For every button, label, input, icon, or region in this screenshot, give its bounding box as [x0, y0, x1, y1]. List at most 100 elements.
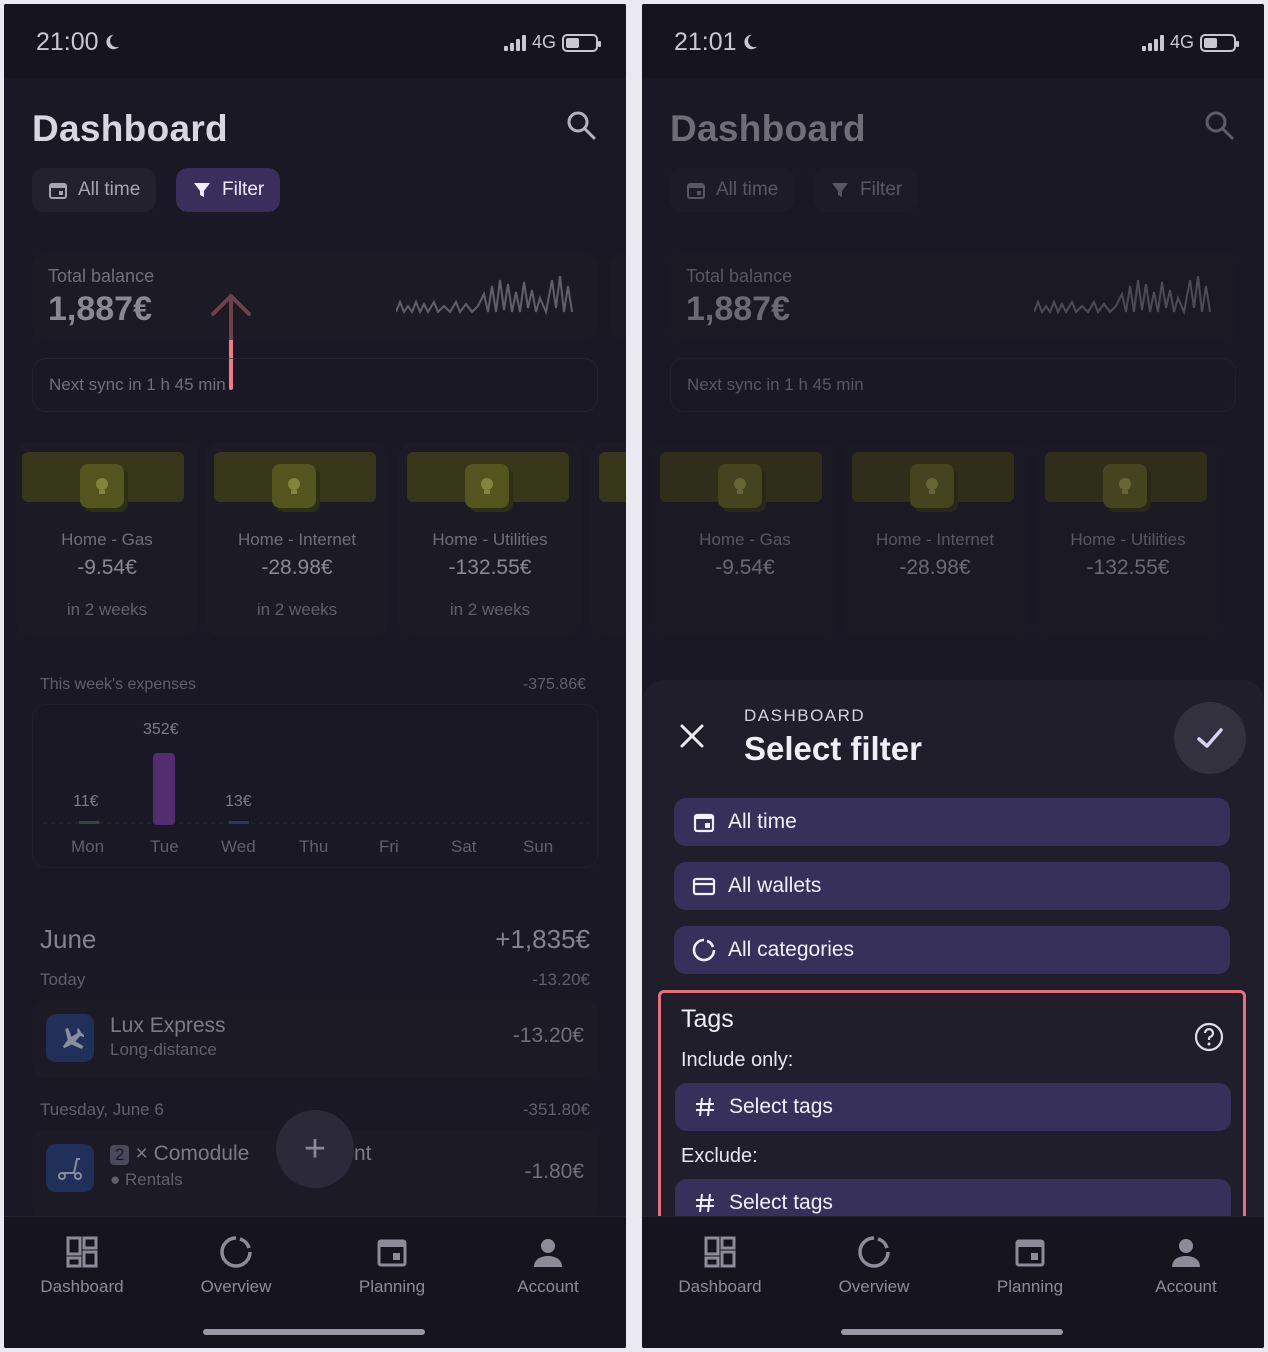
balance-sparkline [396, 275, 573, 316]
tags-title: Tags [681, 1005, 734, 1033]
recurring-name: Home - Internet [237, 530, 357, 549]
all-time-label: All time [716, 179, 779, 200]
recurring-when: in 2 weeks [449, 600, 531, 619]
all-time-chip[interactable]: All time [32, 168, 157, 212]
recurring-card[interactable] [591, 442, 626, 636]
calendar-icon [687, 183, 705, 199]
scooter-icon [46, 1144, 94, 1192]
group-total: -13.20€ [532, 970, 590, 989]
hashtag-icon [696, 1193, 714, 1213]
nav-overview[interactable]: Overview [804, 1235, 944, 1297]
transaction-title: × Comodule [135, 1142, 250, 1165]
left-phone-screen: 21:00 4G Dashboard All time Filter Total… [4, 4, 626, 1348]
dashboard-icon [66, 1236, 98, 1268]
recurring-card[interactable]: Home - Internet -28.98€ in 2 weeks [206, 442, 388, 636]
all-time-button[interactable]: All time [674, 798, 1230, 846]
check-icon [1197, 728, 1223, 748]
nav-dashboard[interactable]: Dashboard [650, 1235, 790, 1297]
bulb-icon [80, 464, 124, 508]
nav-account[interactable]: Account [478, 1235, 618, 1297]
airplane-icon [46, 1014, 94, 1062]
all-categories-button[interactable]: All categories [674, 926, 1230, 974]
add-transaction-button[interactable]: + [276, 1110, 354, 1188]
nav-dashboard[interactable]: Dashboard [12, 1235, 152, 1297]
battery-icon [1200, 33, 1239, 52]
recurring-card[interactable]: Home - Utilities -132.55€ in 2 weeks [399, 442, 581, 636]
all-wallets-button[interactable]: All wallets [674, 862, 1230, 910]
transaction-count-badge: 2 [110, 1145, 130, 1165]
exclude-label: Exclude: [681, 1145, 758, 1167]
network-type: 4G [1169, 32, 1194, 52]
balance-label: Total balance [686, 266, 793, 286]
group-label: Tuesday, June 6 [40, 1100, 164, 1119]
total-balance-card: Total balance 1,887€ [670, 252, 1236, 340]
account-icon [534, 1239, 562, 1267]
bar-label-mon: 11€ [73, 793, 99, 810]
all-time-label: All time [78, 179, 141, 200]
moon-icon [105, 34, 119, 50]
filter-label: Filter [222, 179, 265, 200]
sheet-title: Select filter [744, 730, 922, 767]
group-label: Today [40, 970, 86, 989]
all-wallets-label: All wallets [728, 874, 822, 897]
recurring-card[interactable]: Home - Gas -9.54€ in 2 weeks [16, 442, 198, 636]
calendar-icon [49, 183, 67, 199]
status-bar: 21:00 4G [4, 4, 626, 78]
filter-bottom-sheet: DASHBOARD Select filter All time All wal… [642, 680, 1264, 1290]
nav-planning[interactable]: Planning [322, 1235, 462, 1297]
status-time: 21:01 [674, 28, 737, 56]
day-sun: Sun [523, 837, 554, 856]
next-account-card[interactable] [610, 252, 626, 340]
calendar-icon [693, 813, 715, 833]
recurring-amount: -9.54€ [77, 556, 137, 579]
include-tags-label: Select tags [729, 1095, 833, 1118]
bottom-nav: Dashboard Overview Planning Account [4, 1216, 626, 1348]
week-expenses-chart[interactable]: 11€ 352€ 13€ Mon Tue Wed Thu Fri Sat Sun [32, 704, 598, 868]
nav-overview-label: Overview [200, 1277, 272, 1296]
search-icon[interactable] [564, 108, 598, 142]
recurring-amount: -132.55€ [448, 556, 532, 579]
month-name: June [40, 924, 97, 954]
day-sat: Sat [451, 837, 477, 856]
all-time-chip: All time [670, 168, 795, 212]
transaction-title: Lux Express [110, 1014, 226, 1037]
all-time-label: All time [728, 810, 797, 833]
nav-account[interactable]: Account [1116, 1235, 1256, 1297]
recurring-card: Home - Utilities -132.55€ [1037, 442, 1219, 636]
transaction-row[interactable]: Lux Express Long-distance -13.20€ [32, 1000, 598, 1078]
bulb-icon [272, 464, 316, 508]
month-total: +1,835€ [495, 924, 590, 954]
page-title: Dashboard [670, 108, 866, 149]
total-balance-card[interactable]: Total balance 1,887€ [32, 252, 598, 340]
recurring-card: Home - Gas -9.54€ [654, 442, 836, 636]
nav-planning-label: Planning [996, 1277, 1064, 1296]
right-phone-screen: 21:01 4G Dashboard All time Filter Total… [642, 4, 1264, 1348]
account-icon [1172, 1239, 1200, 1267]
funnel-icon [832, 183, 848, 197]
close-icon[interactable] [678, 722, 706, 750]
include-tags-button[interactable]: Select tags [675, 1083, 1231, 1131]
week-expenses-total: -375.86€ [522, 676, 586, 693]
moon-icon [743, 34, 757, 50]
day-fri: Fri [379, 837, 399, 856]
funnel-icon [194, 183, 210, 197]
help-icon[interactable] [1193, 1021, 1225, 1053]
overview-icon [858, 1236, 890, 1268]
nav-dashboard-label: Dashboard [678, 1277, 762, 1296]
confirm-button[interactable] [1174, 702, 1246, 774]
filter-chip[interactable]: Filter [176, 168, 281, 212]
hashtag-icon [696, 1097, 714, 1117]
nav-planning[interactable]: Planning [960, 1235, 1100, 1297]
bar-mon [79, 821, 99, 824]
bulb-icon [1103, 464, 1147, 508]
recurring-amount: -9.54€ [715, 556, 775, 579]
recurring-name: Home - Utilities [432, 530, 548, 549]
plus-icon: + [303, 1127, 327, 1170]
balance-sparkline [1034, 275, 1211, 316]
nav-overview[interactable]: Overview [166, 1235, 306, 1297]
exclude-tags-label: Select tags [729, 1191, 833, 1214]
nav-overview-label: Overview [838, 1277, 910, 1296]
network-type: 4G [531, 32, 556, 52]
transaction-amount: -1.80€ [524, 1160, 584, 1183]
recurring-when: in 2 weeks [256, 600, 338, 619]
